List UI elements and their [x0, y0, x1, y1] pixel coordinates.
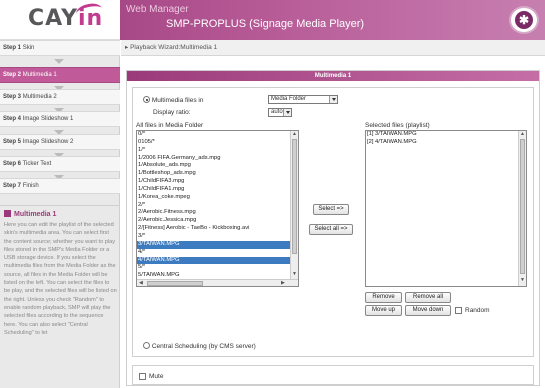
scroll-down-icon[interactable]: ▼: [520, 277, 525, 283]
list-item[interactable]: 5/TAIWAN.MPG: [137, 272, 291, 279]
playlist-label: Selected files (playlist): [365, 122, 430, 129]
app-subtitle: SMP-PROPLUS (Signage Media Player): [166, 18, 365, 30]
ratio-label: Display ratio:: [153, 109, 191, 116]
scroll-up-icon[interactable]: ▲: [292, 131, 297, 137]
sidebar-divider: [0, 205, 120, 206]
list-item[interactable]: 1/ChildFIFA3.mpg: [137, 178, 291, 186]
scroll-left-icon[interactable]: ◀: [139, 280, 143, 286]
sidebar-step-image-slideshow-2[interactable]: Step 5 Image Slideshow 2: [0, 134, 120, 150]
list-item[interactable]: 1/2006 FIFA.Germany_ads.mpg: [137, 155, 291, 163]
playlist-vscroll[interactable]: ▲ ▼: [518, 131, 526, 286]
random-checkbox[interactable]: [455, 307, 462, 314]
source-media-folder-option[interactable]: Multimedia files in: [143, 96, 203, 104]
list-item[interactable]: 0105/*: [137, 139, 291, 147]
chevron-down-icon: [283, 109, 291, 116]
list-item[interactable]: 2/Aerobic.Jessica.mpg: [137, 217, 291, 225]
radio-central-scheduling[interactable]: [143, 342, 150, 349]
list-item[interactable]: 1/Bottleshop_ads.mpg: [137, 170, 291, 178]
sidebar-step-finish[interactable]: Step 7 Finish: [0, 178, 120, 194]
scroll-thumb[interactable]: [292, 139, 297, 254]
all-files-vscroll[interactable]: ▲ ▼: [290, 131, 298, 279]
wizard-sidebar: Step 1 Skin Step 2 Multimedia 1 Step 3 M…: [0, 40, 120, 388]
help-text: Here you can edit the playlist of the se…: [4, 222, 117, 336]
app-title: Web Manager: [126, 4, 189, 15]
remove-button[interactable]: Remove: [365, 292, 402, 303]
select-button[interactable]: Select =>: [313, 204, 349, 215]
mute-checkbox[interactable]: [139, 373, 146, 380]
step-arrow-icon: [54, 59, 64, 64]
scroll-up-icon[interactable]: ▲: [520, 131, 525, 137]
source-central-option[interactable]: Central Scheduling (by CMS server): [143, 342, 256, 350]
list-item[interactable]: 1/Korea_coke.mpeg: [137, 194, 291, 202]
multimedia-panel: Multimedia 1 Multimedia files in Media F…: [126, 70, 540, 386]
move-up-button[interactable]: Move up: [365, 305, 402, 316]
help-title: Multimedia 1: [4, 210, 56, 218]
chevron-down-icon: [329, 96, 337, 103]
source-select[interactable]: Media Folder: [268, 95, 338, 104]
list-item[interactable]: 1/ChildFIFA1.mpg: [137, 186, 291, 194]
list-item[interactable]: 1/*: [137, 147, 291, 155]
remove-all-button[interactable]: Remove all: [405, 292, 451, 303]
sidebar-step-multimedia-2[interactable]: Step 3 Multimedia 2: [0, 89, 120, 105]
sidebar-step-image-slideshow-1[interactable]: Step 4 Image Slideshow 1: [0, 111, 120, 127]
mute-label: Mute: [149, 373, 164, 380]
mute-box: Mute: [132, 365, 534, 385]
move-down-button[interactable]: Move down: [405, 305, 451, 316]
select-all-button[interactable]: Select all =>: [309, 224, 353, 235]
breadcrumb: ▸ Playback Wizard:Multimedia 1: [121, 40, 545, 56]
list-item[interactable]: 1/Absolute_ads.mpg: [137, 162, 291, 170]
scroll-right-icon[interactable]: ▶: [281, 280, 285, 286]
all-files-hscroll[interactable]: ◀ ▶: [137, 279, 298, 286]
logo-area: CAYin: [0, 0, 120, 40]
all-files-listbox[interactable]: 0/* 0105/* 1/* 1/2006 FIFA.Germany_ads.mpg 1…: [136, 130, 299, 287]
sidebar-step-ticker-text[interactable]: Step 6 Ticker Text: [0, 156, 120, 172]
list-item[interactable]: 0/*: [137, 131, 291, 139]
exit-button[interactable]: ✱: [509, 6, 539, 34]
list-item[interactable]: 2/[Fitness] Aerobic - TaeBo - Kickboxing…: [137, 225, 291, 233]
radio-media-folder[interactable]: [143, 96, 150, 103]
ratio-select[interactable]: auto: [268, 108, 292, 117]
playlist-item[interactable]: [1] 3/TAIWAN.MPG: [366, 131, 516, 139]
sidebar-step-skin[interactable]: Step 1 Skin: [0, 40, 120, 56]
list-item[interactable]: 3/TAIWAN.MPG: [137, 240, 291, 249]
help-icon: [4, 210, 11, 217]
list-item[interactable]: 2/Aerobic.Fitness.mpg: [137, 209, 291, 217]
list-item[interactable]: 5/*: [137, 264, 291, 272]
random-label: Random: [465, 307, 490, 314]
playlist-item[interactable]: [2] 4/TAIWAN.MPG: [366, 139, 516, 147]
playlist-listbox[interactable]: [1] 3/TAIWAN.MPG [2] 4/TAIWAN.MPG ▲ ▼: [365, 130, 527, 287]
source-settings-box: Multimedia files in Media Folder Display…: [132, 87, 534, 357]
list-item[interactable]: 2/*: [137, 202, 291, 210]
scroll-down-icon[interactable]: ▼: [292, 271, 297, 277]
header-bar: CAYin Web Manager SMP-PROPLUS (Signage M…: [0, 0, 545, 40]
panel-title: Multimedia 1: [127, 71, 539, 81]
sidebar-step-multimedia-1[interactable]: Step 2 Multimedia 1: [0, 67, 120, 83]
list-item[interactable]: 3/*: [137, 233, 291, 241]
list-item[interactable]: 4/TAIWAN.MPG: [137, 256, 291, 265]
scroll-thumb[interactable]: [147, 281, 203, 286]
all-files-label: All files in Media Folder: [136, 122, 204, 129]
exit-icon: ✱: [515, 11, 533, 29]
scroll-thumb[interactable]: [520, 139, 525, 274]
list-item[interactable]: 4/*: [137, 249, 291, 257]
